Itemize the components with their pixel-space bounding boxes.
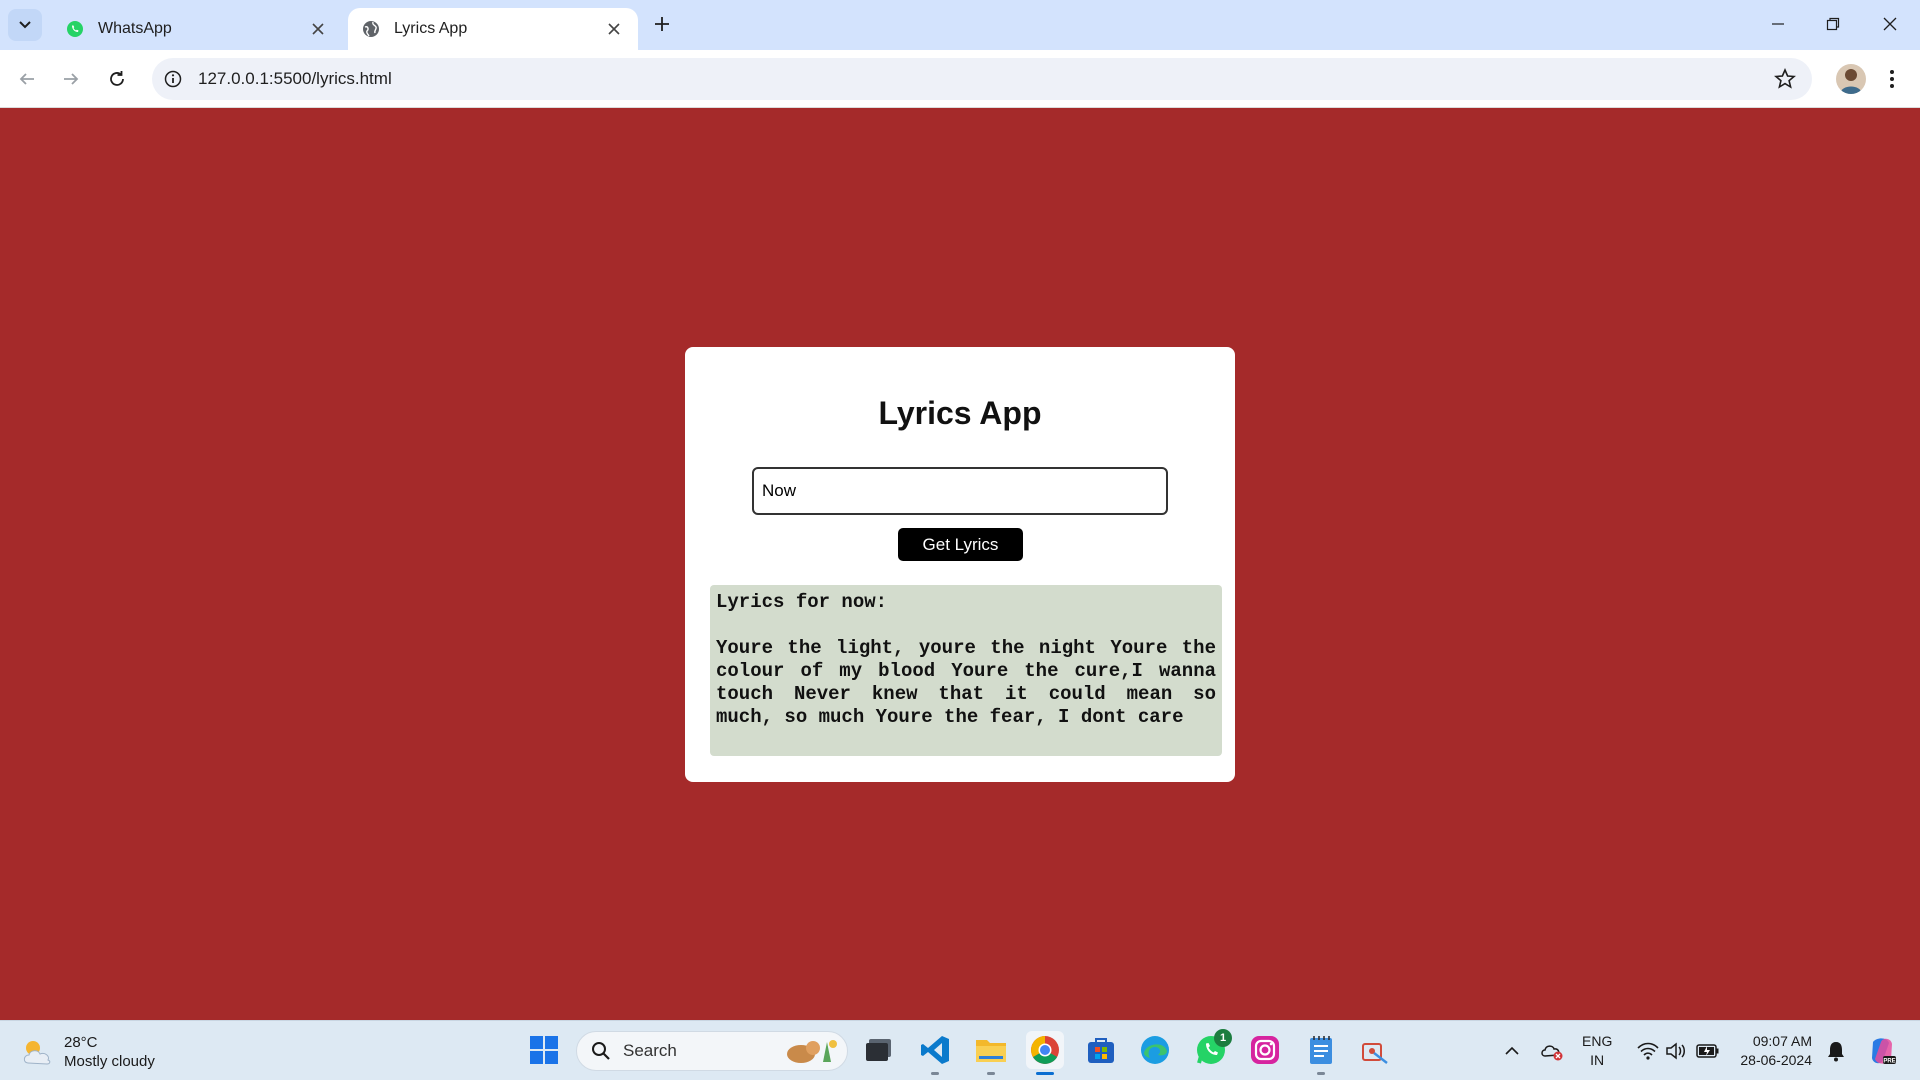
language-code: ENG: [1582, 1033, 1613, 1049]
address-bar[interactable]: 127.0.0.1:5500/lyrics.html: [152, 58, 1812, 100]
search-icon: [592, 1042, 610, 1060]
tab-strip: WhatsApp Lyrics App: [0, 0, 1920, 50]
avatar-icon: [1840, 69, 1862, 94]
tab-title: WhatsApp: [98, 20, 172, 37]
reload-button[interactable]: [102, 64, 132, 94]
more-vertical-icon: [1890, 70, 1894, 88]
cloud-error-icon: [1541, 1045, 1563, 1061]
tab-whatsapp[interactable]: WhatsApp: [52, 8, 342, 50]
taskbar-search[interactable]: Search: [576, 1031, 848, 1071]
search-highlight-icon: [787, 1040, 837, 1063]
plus-icon: [655, 17, 669, 31]
chevron-up-icon: [1505, 1046, 1519, 1055]
running-indicator: [1317, 1072, 1325, 1075]
back-button[interactable]: [12, 64, 42, 94]
close-tab-icon[interactable]: [308, 19, 328, 39]
taskbar-edge[interactable]: [1136, 1031, 1174, 1069]
svg-text:PRE: PRE: [1883, 1059, 1895, 1065]
taskbar-whatsapp[interactable]: 1: [1192, 1029, 1232, 1069]
taskbar-file-explorer[interactable]: [972, 1031, 1010, 1075]
restore-icon: [1826, 17, 1840, 31]
taskbar-instagram[interactable]: [1246, 1031, 1284, 1069]
url-text: 127.0.0.1:5500/lyrics.html: [198, 69, 392, 88]
system-clock[interactable]: 09:07 AM 28-06-2024: [1732, 1032, 1812, 1070]
battery-charging-icon: [1696, 1044, 1719, 1058]
clock-time: 09:07 AM: [1752, 1033, 1812, 1049]
site-info-icon[interactable]: [162, 68, 184, 90]
weather-description: Mostly cloudy: [64, 1053, 155, 1070]
taskbar-store[interactable]: [1082, 1031, 1120, 1069]
task-view-icon: [866, 1039, 891, 1061]
task-view-button[interactable]: [860, 1031, 898, 1069]
globe-icon: [362, 20, 380, 38]
speaker-icon: [1666, 1042, 1685, 1060]
lyrics-output: Lyrics for now: Youre the light, youre t…: [710, 585, 1222, 756]
notepad-icon: [1310, 1036, 1332, 1064]
running-indicator: [931, 1072, 939, 1075]
bookmark-star-icon[interactable]: [1774, 67, 1796, 90]
lyrics-heading: Lyrics for now:: [716, 591, 888, 613]
taskbar-snipping-tool[interactable]: [1356, 1031, 1394, 1069]
taskbar-chrome[interactable]: [1026, 1031, 1064, 1075]
clock-date: 28-06-2024: [1740, 1052, 1812, 1068]
page-title: Lyrics App: [878, 395, 1042, 431]
arrow-left-icon: [19, 73, 34, 85]
restore-button[interactable]: [1815, 10, 1851, 38]
bell-icon: [1828, 1042, 1844, 1062]
chrome-icon: [1031, 1036, 1059, 1064]
windows-taskbar: 28°C Mostly cloudy Search 1 ENG IN 09:07…: [0, 1020, 1920, 1080]
weather-temperature: 28°C: [64, 1034, 98, 1051]
wifi-status[interactable]: [1636, 1039, 1660, 1063]
snipping-tool-icon: [1362, 1043, 1388, 1064]
page-viewport: Lyrics App Get Lyrics Lyrics for now: Yo…: [0, 109, 1920, 1020]
running-indicator: [987, 1072, 995, 1075]
browser-toolbar: 127.0.0.1:5500/lyrics.html: [0, 50, 1920, 108]
whatsapp-icon: [66, 20, 84, 38]
input-language-indicator[interactable]: ENG IN: [1582, 1032, 1612, 1070]
close-tab-icon[interactable]: [604, 19, 624, 39]
new-tab-button[interactable]: [650, 12, 674, 36]
chevron-down-icon: [19, 21, 31, 29]
profile-avatar[interactable]: [1836, 64, 1866, 94]
windows-logo-icon: [530, 1036, 558, 1064]
weather-widget[interactable]: 28°C Mostly cloudy: [20, 1033, 155, 1071]
close-icon: [1883, 17, 1897, 31]
taskbar-vscode[interactable]: [916, 1031, 954, 1075]
search-label: Search: [623, 1041, 677, 1060]
running-indicator: [1036, 1072, 1054, 1075]
minimize-button[interactable]: [1760, 10, 1796, 38]
song-search-input[interactable]: [752, 467, 1168, 515]
copilot-icon: PRE: [1872, 1038, 1896, 1065]
vscode-icon: [921, 1036, 949, 1064]
store-icon: [1088, 1038, 1114, 1063]
edge-icon: [1141, 1036, 1169, 1064]
lyrics-text: Youre the light, youre the night Youre t…: [716, 637, 1216, 728]
tab-title: Lyrics App: [394, 20, 468, 37]
arrow-right-icon: [64, 73, 79, 85]
copilot-button[interactable]: PRE: [1866, 1035, 1898, 1067]
forward-button[interactable]: [56, 64, 86, 94]
get-lyrics-button[interactable]: Get Lyrics: [898, 528, 1023, 561]
folder-icon: [976, 1040, 1006, 1062]
reload-icon: [110, 71, 124, 86]
instagram-icon: [1251, 1036, 1279, 1064]
browser-menu-button[interactable]: [1882, 64, 1902, 94]
onedrive-status[interactable]: [1540, 1039, 1564, 1063]
region-code: IN: [1590, 1052, 1605, 1068]
notifications-button[interactable]: [1824, 1039, 1848, 1063]
show-hidden-icons-button[interactable]: [1500, 1039, 1524, 1063]
partly-cloudy-icon: [20, 1037, 56, 1067]
battery-status[interactable]: [1696, 1039, 1720, 1063]
taskbar-notepad[interactable]: [1302, 1031, 1340, 1075]
tab-search-button[interactable]: [8, 9, 42, 41]
lyrics-card: Lyrics App Get Lyrics Lyrics for now: Yo…: [685, 347, 1235, 782]
notification-badge: 1: [1214, 1029, 1232, 1047]
start-button[interactable]: [525, 1031, 563, 1069]
tab-lyrics-app[interactable]: Lyrics App: [348, 8, 638, 50]
volume-status[interactable]: [1664, 1039, 1688, 1063]
minimize-icon: [1772, 23, 1784, 25]
wifi-icon: [1637, 1042, 1659, 1060]
close-window-button[interactable]: [1872, 10, 1908, 38]
